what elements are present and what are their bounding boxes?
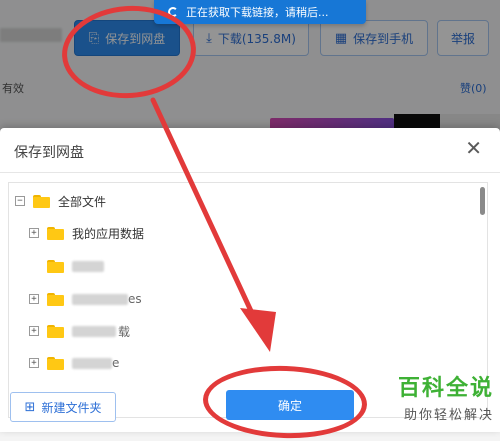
arrow-head xyxy=(240,308,276,352)
watermark-sub: 助你轻松解决 xyxy=(403,408,494,423)
annotation-arrow xyxy=(150,97,276,352)
watermark: 百科全说 助你轻松解决 xyxy=(374,370,494,423)
arrow-shaft xyxy=(150,97,261,329)
watermark-main: 百科全说 xyxy=(397,376,494,401)
